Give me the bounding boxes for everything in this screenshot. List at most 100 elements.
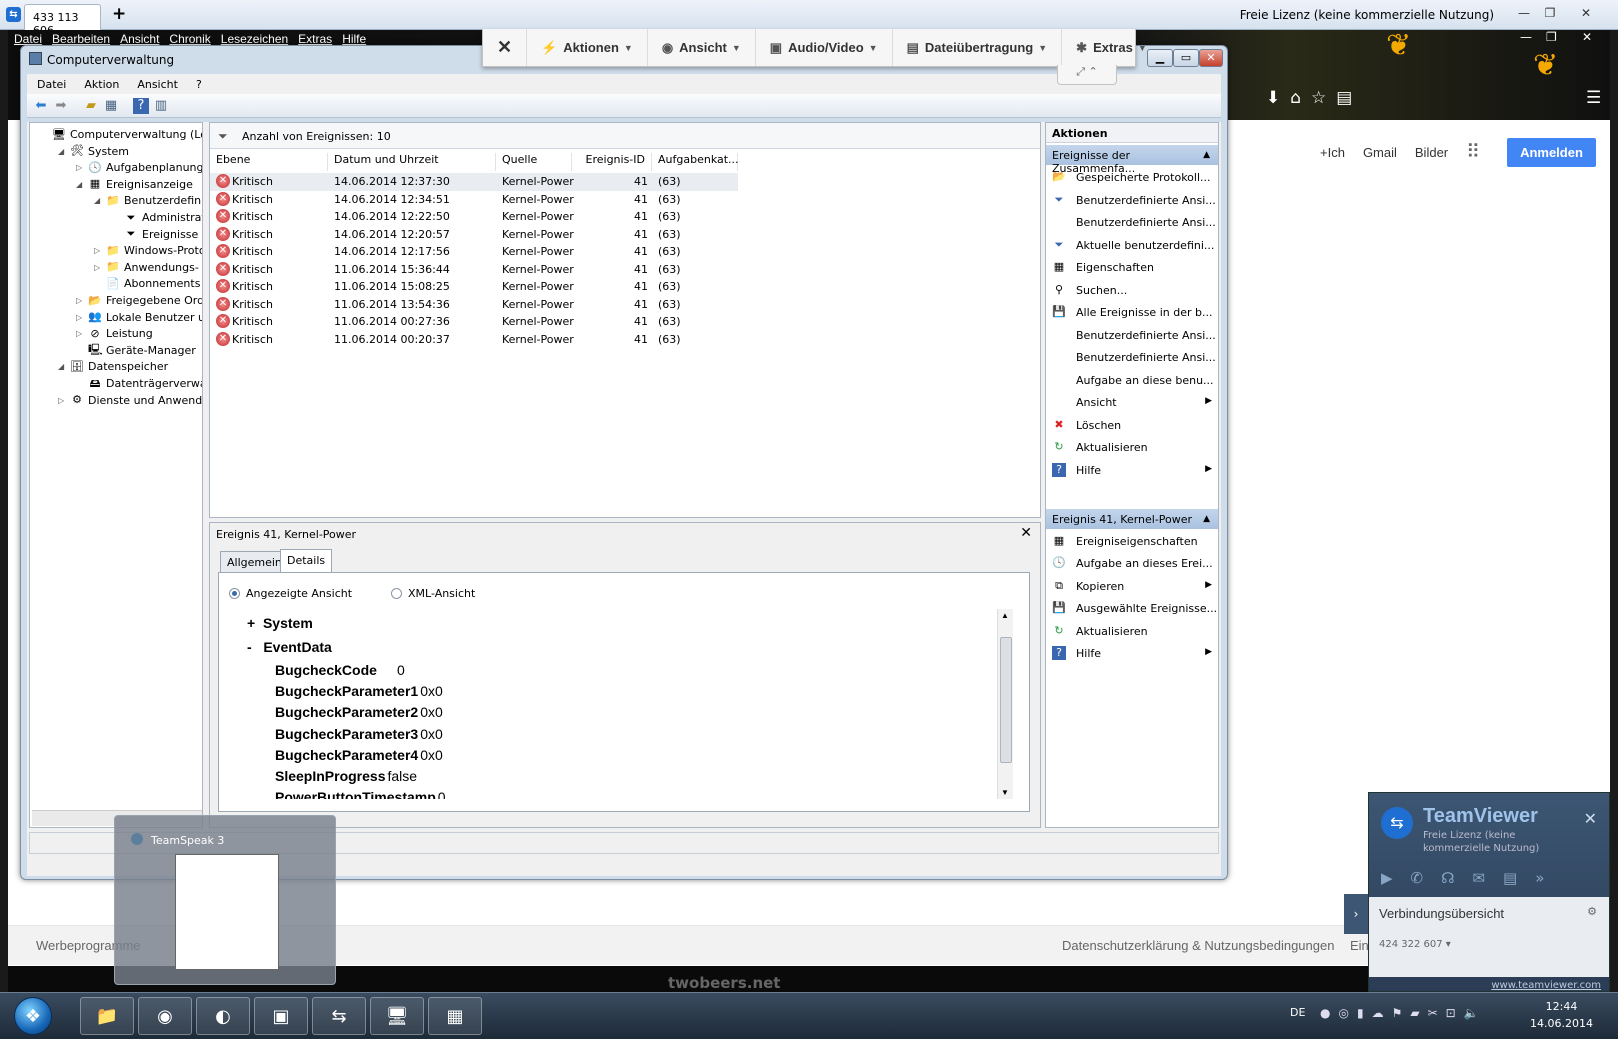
expand-arrow-icon[interactable]: ▷: [94, 263, 100, 272]
tree-item[interactable]: ▷ ⊘ Leistung: [76, 325, 153, 342]
maximize-button[interactable]: ❐: [1538, 4, 1562, 22]
flag-icon[interactable]: ⚑: [1392, 1006, 1403, 1020]
expand-arrow-icon[interactable]: ▷: [76, 313, 82, 322]
up-folder-icon[interactable]: ▰: [83, 98, 99, 114]
end-session-button[interactable]: ✕: [483, 29, 528, 66]
tree-item[interactable]: ▷ 📁 Windows-Protokolle: [94, 242, 202, 259]
clock[interactable]: 12:44 14.06.2014: [1530, 998, 1593, 1032]
action-item[interactable]: ✖ Löschen: [1046, 415, 1218, 435]
chat-icon[interactable]: ✉: [1472, 869, 1485, 887]
tree-item[interactable]: ▷ 👥 Lokale Benutzer und Gr: [76, 309, 202, 326]
event-row[interactable]: ✕ Kritisch 11.06.2014 15:08:25 Kernel-Power…: [210, 278, 738, 296]
toolbar-ansicht[interactable]: ◉ Ansicht ▼: [648, 29, 756, 66]
connection-id[interactable]: 424 322 607 ▾: [1379, 939, 1451, 950]
session-tab[interactable]: 433 113 606: [24, 4, 101, 37]
action-item[interactable]: 📂 Gespeicherte Protokoll...: [1046, 167, 1218, 187]
detail-close-icon[interactable]: ✕: [1020, 525, 1032, 541]
action-item[interactable]: ⧉ Kopieren ▶: [1046, 576, 1218, 596]
action-item[interactable]: ▦ Ereigniseigenschaften: [1046, 531, 1218, 551]
show-hide-action-pane-icon[interactable]: ▥: [153, 98, 169, 114]
collapse-arrow-icon[interactable]: ◢: [94, 196, 100, 205]
tray-app-icon[interactable]: ▮: [1357, 1006, 1364, 1020]
download-icon[interactable]: ⬇: [1266, 88, 1280, 108]
apps-grid-icon[interactable]: ⠿: [1466, 141, 1480, 164]
tree-item[interactable]: ▷ ⚙ Dienste und Anwendungen: [58, 392, 202, 409]
tree-item[interactable]: ⏷ Administrative E: [124, 209, 202, 226]
action-item[interactable]: Aufgabe an diese benu...: [1046, 370, 1218, 390]
tray-app-icon[interactable]: ◎: [1338, 1006, 1348, 1020]
network-icon[interactable]: ⊡: [1446, 1006, 1456, 1020]
phone-icon[interactable]: ✆: [1411, 869, 1424, 887]
menu-aktion[interactable]: Aktion: [84, 78, 119, 91]
help-icon[interactable]: ?: [133, 98, 149, 114]
scroll-thumb[interactable]: [1000, 637, 1012, 763]
tree-item[interactable]: 🖳 Geräte-Manager: [88, 342, 196, 359]
actions-section-event[interactable]: Ereignis 41, Kernel-Power ▲: [1046, 509, 1218, 529]
tree-item[interactable]: 🖥 Computerverwaltung (Lokal): [52, 126, 202, 143]
gmail-link[interactable]: Gmail: [1363, 145, 1397, 160]
action-item[interactable]: 💾 Ausgewählte Ereignisse...: [1046, 598, 1218, 618]
new-tab-button[interactable]: +: [112, 4, 126, 24]
toolbar-aktionen[interactable]: ⚡ Aktionen ▼: [527, 29, 648, 66]
tree-item[interactable]: ⏷ Ereignisse der Zu: [124, 226, 202, 243]
control-panel-taskbar-icon[interactable]: ▦: [428, 997, 482, 1035]
action-item[interactable]: ↻ Aktualisieren: [1046, 437, 1218, 457]
action-item[interactable]: ⏷ Benutzerdefinierte Ansi...: [1046, 190, 1218, 210]
column-header-task-category[interactable]: Aufgabenkat...: [652, 153, 739, 171]
browser-close-button[interactable]: ✕: [1582, 30, 1592, 44]
tab-details[interactable]: Details: [280, 549, 333, 573]
details-scrollbar[interactable]: ▲ ▼: [997, 609, 1013, 799]
event-row[interactable]: ✕ Kritisch 14.06.2014 12:20:57 Kernel-Power…: [210, 226, 738, 244]
event-row[interactable]: ✕ Kritisch 14.06.2014 12:37:30 Kernel-Power…: [210, 173, 738, 191]
video-icon[interactable]: ▶: [1381, 869, 1393, 887]
teamspeak-taskbar-thumbnail[interactable]: TeamSpeak 3: [114, 815, 336, 985]
event-row[interactable]: ✕ Kritisch 14.06.2014 12:22:50 Kernel-Power…: [210, 208, 738, 226]
collapse-arrow-icon[interactable]: ◢: [76, 180, 82, 189]
column-header-event-id[interactable]: Ereignis-ID: [572, 153, 652, 171]
action-item[interactable]: 🕓 Aufgabe an dieses Erei...: [1046, 553, 1218, 573]
radio-friendly-view[interactable]: Angezeigte Ansicht: [229, 587, 352, 600]
expand-arrow-icon[interactable]: ▷: [76, 329, 82, 338]
system-toggle[interactable]: +: [247, 615, 255, 631]
eventdata-node[interactable]: - EventData: [247, 639, 332, 655]
teamspeak-taskbar-icon[interactable]: ◐: [196, 997, 250, 1035]
collapse-arrow-icon[interactable]: ◢: [58, 147, 64, 156]
action-item[interactable]: ▦ Eigenschaften: [1046, 257, 1218, 277]
action-item[interactable]: ↻ Aktualisieren: [1046, 621, 1218, 641]
column-header-datetime[interactable]: Datum und Uhrzeit: [328, 153, 496, 171]
event-row[interactable]: ✕ Kritisch 11.06.2014 15:36:44 Kernel-Power…: [210, 261, 738, 279]
expand-arrow-icon[interactable]: ▷: [94, 246, 100, 255]
toolbar-collapse-tab[interactable]: ⤢ ⌃: [1057, 65, 1117, 85]
forward-arrow-icon[interactable]: ➡: [53, 98, 69, 114]
toolbar-audio-video[interactable]: ▣ Audio/Video ▼: [756, 29, 893, 66]
scroll-up-icon[interactable]: ▲: [1001, 611, 1009, 620]
action-item[interactable]: 💾 Alle Ereignisse in der b...: [1046, 302, 1218, 322]
event-row[interactable]: ✕ Kritisch 11.06.2014 00:27:36 Kernel-Power…: [210, 313, 738, 331]
file-box-icon[interactable]: ▤: [1503, 869, 1517, 887]
expand-arrow-icon[interactable]: ▷: [76, 296, 82, 305]
scroll-down-icon[interactable]: ▼: [1001, 788, 1009, 797]
radio-xml-view[interactable]: XML-Ansicht: [391, 587, 475, 600]
nvidia-icon[interactable]: ▰: [1410, 1006, 1419, 1020]
collapse-arrow-icon[interactable]: ◢: [58, 362, 64, 371]
more-icon[interactable]: »: [1535, 869, 1544, 887]
system-node[interactable]: + System: [247, 615, 313, 631]
tree-item[interactable]: ◢ ▦ Ereignisanzeige: [76, 176, 193, 193]
images-link[interactable]: Bilder: [1415, 145, 1448, 160]
explorer-taskbar-icon[interactable]: 📁: [80, 997, 134, 1035]
close-button[interactable]: ✕: [1574, 4, 1598, 22]
browser-menu-icon[interactable]: ☰: [1586, 88, 1601, 108]
event-row[interactable]: ✕ Kritisch 14.06.2014 12:17:56 Kernel-Power…: [210, 243, 738, 261]
tree-item[interactable]: ▷ 📁 Anwendungs- und D: [94, 259, 202, 276]
menu-ansicht[interactable]: Ansicht: [137, 78, 178, 91]
reader-icon[interactable]: ▤: [1336, 88, 1352, 108]
show-hide-tree-icon[interactable]: ▦: [103, 98, 119, 114]
column-header-source[interactable]: Quelle: [496, 153, 572, 171]
collapse-icon[interactable]: ▲: [1203, 150, 1210, 160]
computer-management-taskbar-icon[interactable]: 🖥: [370, 997, 424, 1035]
event-row[interactable]: ✕ Kritisch 14.06.2014 12:34:51 Kernel-Power…: [210, 191, 738, 209]
start-button[interactable]: ❖: [14, 997, 52, 1035]
panel-close-icon[interactable]: ✕: [1584, 809, 1597, 828]
bookmark-star-icon[interactable]: ☆: [1311, 88, 1326, 108]
footer-privacy-link[interactable]: Datenschutzerklärung & Nutzungsbedingung…: [1062, 938, 1334, 953]
